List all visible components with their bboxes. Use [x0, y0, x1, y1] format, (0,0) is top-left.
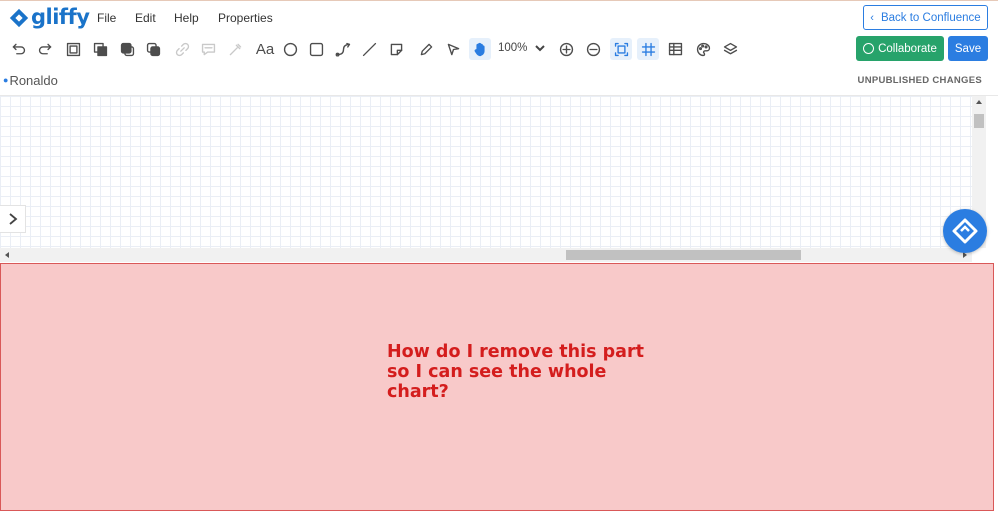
- comment-icon[interactable]: [198, 39, 218, 59]
- back-to-confluence-button[interactable]: ‹ Back to Confluence: [863, 5, 988, 30]
- hand-tool-icon[interactable]: [469, 38, 491, 60]
- horizontal-scrollbar[interactable]: [0, 248, 972, 262]
- fit-to-screen-icon[interactable]: [610, 38, 632, 60]
- collaborate-label: Collaborate: [878, 42, 937, 55]
- gliffy-mark-icon: [952, 218, 978, 244]
- zoom-in-icon[interactable]: [556, 39, 576, 59]
- link-icon[interactable]: [172, 39, 192, 59]
- menu-help[interactable]: Help: [174, 11, 199, 25]
- pencil-tool-icon[interactable]: [416, 39, 436, 59]
- document-title-text: Ronaldo: [9, 73, 58, 88]
- ellipse-tool-icon[interactable]: [280, 39, 300, 59]
- menu-file[interactable]: File: [97, 11, 116, 25]
- menu-properties[interactable]: Properties: [218, 11, 273, 25]
- layers-icon[interactable]: [720, 39, 740, 59]
- gliffy-logo-icon: [9, 8, 29, 28]
- document-title[interactable]: ●Ronaldo: [3, 73, 58, 88]
- connector-tool-icon[interactable]: [333, 39, 353, 59]
- zoom-value: 100%: [498, 42, 528, 54]
- expand-panel-button[interactable]: [0, 205, 26, 233]
- note-tool-icon[interactable]: [386, 39, 406, 59]
- gliffy-logo-text: gliffy: [31, 4, 90, 29]
- unpublished-status: UNPUBLISHED CHANGES: [857, 75, 982, 86]
- line-tool-icon[interactable]: [359, 39, 379, 59]
- toolbar: Aa 100%: [0, 34, 998, 64]
- top-menu-bar: gliffy File Edit Help Properties ‹ Back …: [0, 0, 998, 34]
- vertical-scroll-thumb[interactable]: [974, 114, 984, 128]
- collaborate-button[interactable]: Collaborate: [856, 36, 944, 61]
- menu-edit[interactable]: Edit: [135, 11, 156, 25]
- annotation-message: How do I remove this part so I can see t…: [387, 342, 644, 402]
- chevron-right-icon: [8, 213, 17, 225]
- scroll-up-arrow-icon[interactable]: [976, 100, 982, 104]
- rectangle-tool-icon[interactable]: [306, 39, 326, 59]
- pointer-tool-icon[interactable]: [443, 39, 463, 59]
- redo-icon[interactable]: [35, 39, 55, 59]
- annotation-overlay-box: How do I remove this part so I can see t…: [0, 263, 994, 511]
- globe-icon: [863, 43, 875, 54]
- grid-icon[interactable]: [637, 38, 659, 60]
- zoom-out-icon[interactable]: [583, 39, 603, 59]
- document-title-bar: ●Ronaldo UNPUBLISHED CHANGES: [0, 66, 998, 96]
- select-all-icon[interactable]: [63, 39, 83, 59]
- text-tool-icon[interactable]: Aa: [254, 39, 276, 59]
- table-icon[interactable]: [665, 39, 685, 59]
- save-label: Save: [954, 42, 982, 55]
- eyedropper-icon[interactable]: [225, 39, 245, 59]
- chevron-left-icon: ‹: [870, 11, 874, 24]
- gliffy-editor: gliffy File Edit Help Properties ‹ Back …: [0, 0, 998, 511]
- bring-forward-icon[interactable]: [90, 39, 110, 59]
- diagram-canvas[interactable]: [0, 96, 972, 248]
- theme-palette-icon[interactable]: [693, 39, 713, 59]
- zoom-dropdown[interactable]: 100%: [498, 42, 546, 54]
- bring-to-front-icon[interactable]: [117, 39, 137, 59]
- save-button[interactable]: Save: [948, 36, 988, 61]
- horizontal-scroll-thumb[interactable]: [566, 250, 801, 260]
- back-to-confluence-label: Back to Confluence: [880, 11, 981, 24]
- gliffy-logo[interactable]: gliffy: [8, 4, 90, 31]
- unsaved-dot-icon: ●: [3, 75, 9, 85]
- scroll-left-arrow-icon[interactable]: [5, 252, 9, 258]
- gliffy-help-button[interactable]: [943, 209, 987, 253]
- text-tool-label: Aa: [255, 40, 275, 58]
- send-to-back-icon[interactable]: [143, 39, 163, 59]
- chevron-down-icon: [535, 45, 546, 52]
- undo-icon[interactable]: [8, 39, 28, 59]
